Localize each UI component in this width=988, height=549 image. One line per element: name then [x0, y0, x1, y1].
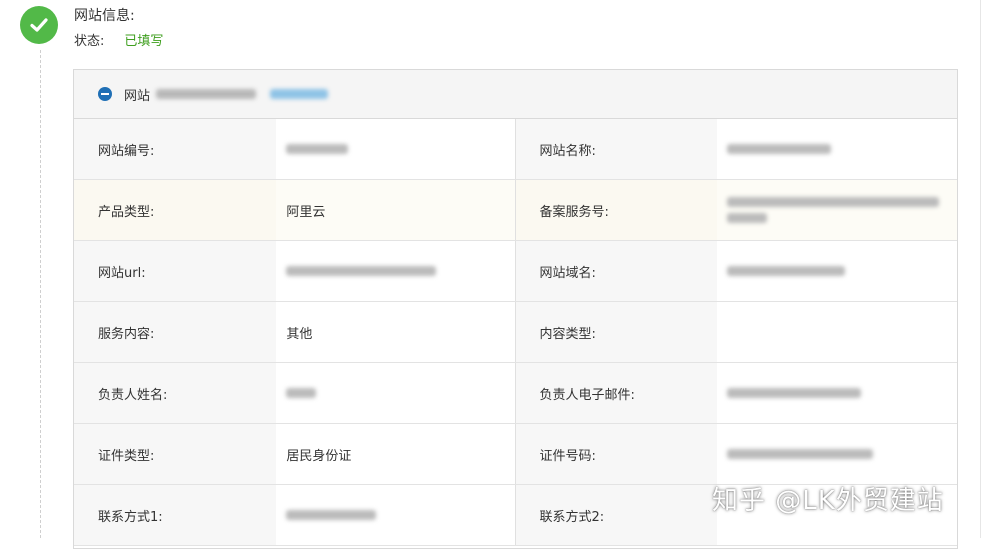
panel-header-label: 网站 [124, 88, 151, 104]
field-label: 产品类型: [74, 180, 277, 240]
table-row: 证件类型: 居民身份证 证件号码: [74, 424, 957, 485]
step-connector-line [40, 50, 41, 538]
field-label: 内容类型: [514, 302, 717, 362]
field-value: 阿里云 [276, 180, 515, 240]
field-label: 联系方式2: [514, 485, 717, 545]
page-right-border [980, 0, 981, 538]
field-value [716, 119, 957, 179]
table-row: 网站编号: 网站名称: [74, 119, 957, 180]
section-status: 状态: 已填写 [74, 30, 164, 49]
panel-header[interactable]: 网站 [74, 70, 957, 119]
field-value [716, 241, 957, 301]
table-row: 负责人姓名: 负责人电子邮件: [74, 363, 957, 424]
redacted-website-link[interactable] [270, 89, 329, 99]
field-value [716, 424, 957, 484]
field-value [716, 180, 957, 240]
field-label: 网站编号: [74, 119, 277, 179]
table-row: 产品类型: 阿里云 备案服务号: [74, 180, 957, 241]
check-circle-icon [20, 6, 58, 44]
table-row: 网站url: 网站域名: [74, 241, 957, 302]
table-row: 服务内容: 其他 内容类型: [74, 302, 957, 363]
field-label: 证件类型: [74, 424, 277, 484]
field-value [716, 363, 957, 423]
redacted-website-name [156, 89, 257, 99]
field-label: 网站域名: [514, 241, 717, 301]
field-label: 服务内容: [74, 302, 277, 362]
check-mark-icon [30, 18, 48, 32]
field-label: 负责人姓名: [74, 363, 277, 423]
section-title: 网站信息: [74, 8, 135, 24]
field-label: 联系方式1: [74, 485, 277, 545]
watermark: 知乎 @LK外贸建站 [712, 486, 944, 516]
website-info-panel: 网站 网站编号: 网站名称: 产品类型: 阿里云 备案服务号: 网站url: 网… [73, 69, 958, 549]
field-value [276, 241, 515, 301]
minus-circle-icon[interactable] [98, 87, 112, 101]
field-value: 其他 [276, 302, 515, 362]
field-label: 证件号码: [514, 424, 717, 484]
field-label: 负责人电子邮件: [514, 363, 717, 423]
field-value [716, 302, 957, 362]
field-value [276, 119, 515, 179]
field-label: 网站名称: [514, 119, 717, 179]
field-label: 网站url: [74, 241, 277, 301]
field-value: 居民身份证 [276, 424, 515, 484]
field-label: 备案服务号: [514, 180, 717, 240]
field-value [276, 485, 515, 545]
status-label: 状态: [74, 34, 105, 49]
status-value: 已填写 [114, 34, 164, 49]
field-value [276, 363, 515, 423]
